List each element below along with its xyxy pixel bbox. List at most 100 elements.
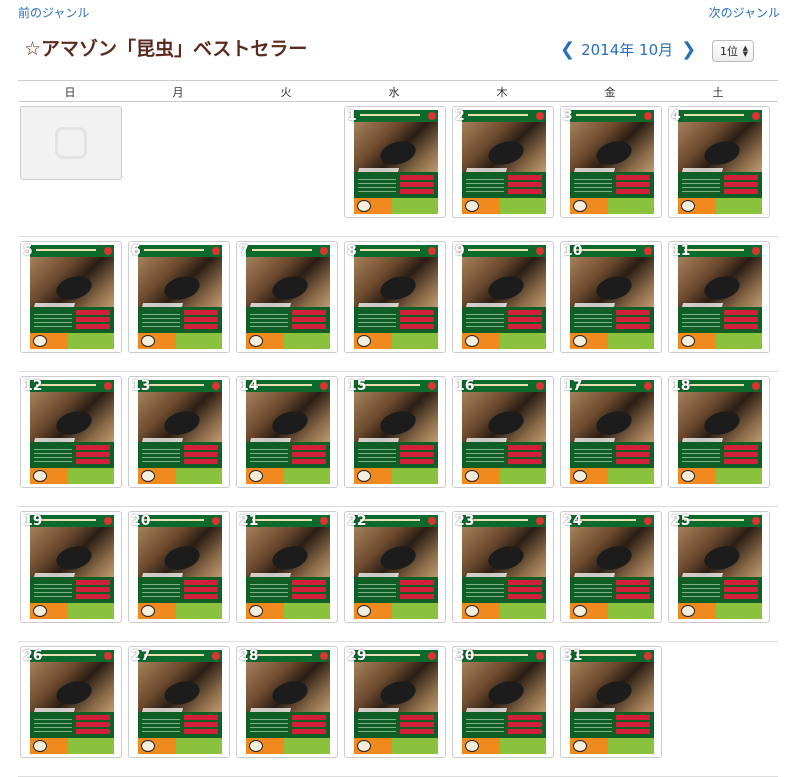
day-cell[interactable]: 17 [560, 376, 662, 488]
current-month-label: 2014年 10月 [581, 41, 674, 59]
prev-genre-link[interactable]: 前のジャンル [18, 4, 89, 21]
day-number: 18 [671, 378, 691, 394]
book-cover-image[interactable] [138, 650, 222, 754]
book-cover-image[interactable] [138, 380, 222, 484]
book-cover-image[interactable] [138, 515, 222, 619]
day-number: 29 [347, 648, 367, 664]
book-cover-image[interactable] [570, 245, 654, 349]
next-genre-link[interactable]: 次のジャンル [709, 4, 780, 21]
image-placeholder-icon [55, 127, 87, 159]
week-row: 19 20 21 22 23 24 25 [18, 507, 778, 642]
book-cover-image[interactable] [354, 110, 438, 214]
book-cover-image[interactable] [570, 110, 654, 214]
weekday-label: 金 [604, 86, 616, 99]
calendar: 日月火水木金土 1 2 3 4 5 6 7 8 9 10 11 12 13 14 15 16 17 18 19 20 2… [18, 80, 778, 777]
day-cell[interactable]: 12 [20, 376, 122, 488]
day-cell[interactable]: 14 [236, 376, 338, 488]
weekday-label: 木 [496, 86, 508, 99]
book-cover-image[interactable] [678, 515, 762, 619]
day-cell[interactable]: 21 [236, 511, 338, 623]
day-cell[interactable]: 9 [452, 241, 554, 353]
day-number: 30 [455, 648, 475, 664]
day-cell[interactable]: 10 [560, 241, 662, 353]
day-cell[interactable]: 19 [20, 511, 122, 623]
day-cell[interactable]: 13 [128, 376, 230, 488]
day-cell[interactable]: 2 [452, 106, 554, 218]
day-cell[interactable]: 3 [560, 106, 662, 218]
chevron-left-icon[interactable]: ❮ [560, 40, 575, 59]
calendar-weeks: 1 2 3 4 5 6 7 8 9 10 11 12 13 14 15 16 17 18 19 20 21 22 23 24 2… [18, 102, 778, 777]
day-number: 20 [131, 513, 151, 529]
book-cover-image[interactable] [462, 110, 546, 214]
day-cell[interactable]: 15 [344, 376, 446, 488]
book-cover-image[interactable] [246, 515, 330, 619]
chevron-right-icon[interactable]: ❯ [681, 40, 696, 59]
day-number: 16 [455, 378, 475, 394]
day-cell[interactable]: 26 [20, 646, 122, 758]
book-cover-image[interactable] [246, 245, 330, 349]
book-cover-image[interactable] [30, 515, 114, 619]
book-cover-image[interactable] [462, 245, 546, 349]
rank-select[interactable]: 1位 ▲ ▼ [712, 40, 754, 62]
week-row: 5 6 7 8 9 10 11 [18, 237, 778, 372]
day-cell[interactable]: 28 [236, 646, 338, 758]
day-cell[interactable]: 31 [560, 646, 662, 758]
book-cover-image[interactable] [354, 650, 438, 754]
book-cover-image[interactable] [678, 245, 762, 349]
book-cover-image[interactable] [138, 245, 222, 349]
book-cover-image[interactable] [570, 515, 654, 619]
book-cover-image[interactable] [570, 380, 654, 484]
day-number: 10 [563, 243, 583, 259]
day-cell[interactable]: 23 [452, 511, 554, 623]
day-cell[interactable]: 20 [128, 511, 230, 623]
day-number: 25 [671, 513, 691, 529]
day-cell[interactable]: 16 [452, 376, 554, 488]
book-cover-image[interactable] [354, 380, 438, 484]
day-number: 21 [239, 513, 259, 529]
day-number: 9 [455, 243, 465, 259]
day-number: 15 [347, 378, 367, 394]
day-cell[interactable]: 30 [452, 646, 554, 758]
month-navigator: ❮ 2014年 10月 ❯ [560, 39, 696, 60]
day-cell[interactable]: 11 [668, 241, 770, 353]
book-cover-image[interactable] [354, 245, 438, 349]
day-cell[interactable]: 24 [560, 511, 662, 623]
book-cover-image[interactable] [462, 380, 546, 484]
updown-arrows-icon: ▲ ▼ [742, 44, 748, 58]
day-number: 4 [671, 108, 681, 124]
day-number: 22 [347, 513, 367, 529]
day-cell[interactable]: 5 [20, 241, 122, 353]
book-cover-image[interactable] [462, 650, 546, 754]
book-cover-image[interactable] [30, 380, 114, 484]
day-cell[interactable]: 22 [344, 511, 446, 623]
day-number: 19 [23, 513, 43, 529]
book-cover-image[interactable] [246, 380, 330, 484]
day-number: 23 [455, 513, 475, 529]
day-cell[interactable]: 7 [236, 241, 338, 353]
day-number: 12 [23, 378, 43, 394]
day-number: 14 [239, 378, 259, 394]
day-cell[interactable]: 6 [128, 241, 230, 353]
weekday-label: 月 [172, 86, 184, 99]
day-number: 13 [131, 378, 151, 394]
page-title: ☆アマゾン「昆虫」ベストセラー [24, 38, 308, 60]
rank-select-value: 1位 [720, 45, 738, 58]
day-cell[interactable]: 8 [344, 241, 446, 353]
day-cell[interactable]: 4 [668, 106, 770, 218]
week-row: 26 27 28 29 30 31 [18, 642, 778, 777]
book-cover-image[interactable] [462, 515, 546, 619]
day-cell[interactable]: 18 [668, 376, 770, 488]
day-cell[interactable]: 27 [128, 646, 230, 758]
book-cover-image[interactable] [678, 380, 762, 484]
book-cover-image[interactable] [678, 110, 762, 214]
day-cell[interactable]: 25 [668, 511, 770, 623]
day-number: 26 [23, 648, 43, 664]
day-cell[interactable]: 1 [344, 106, 446, 218]
book-cover-image[interactable] [30, 650, 114, 754]
day-cell[interactable]: 29 [344, 646, 446, 758]
book-cover-image[interactable] [246, 650, 330, 754]
book-cover-image[interactable] [354, 515, 438, 619]
week-row: 12 13 14 15 16 17 18 [18, 372, 778, 507]
book-cover-image[interactable] [570, 650, 654, 754]
book-cover-image[interactable] [30, 245, 114, 349]
